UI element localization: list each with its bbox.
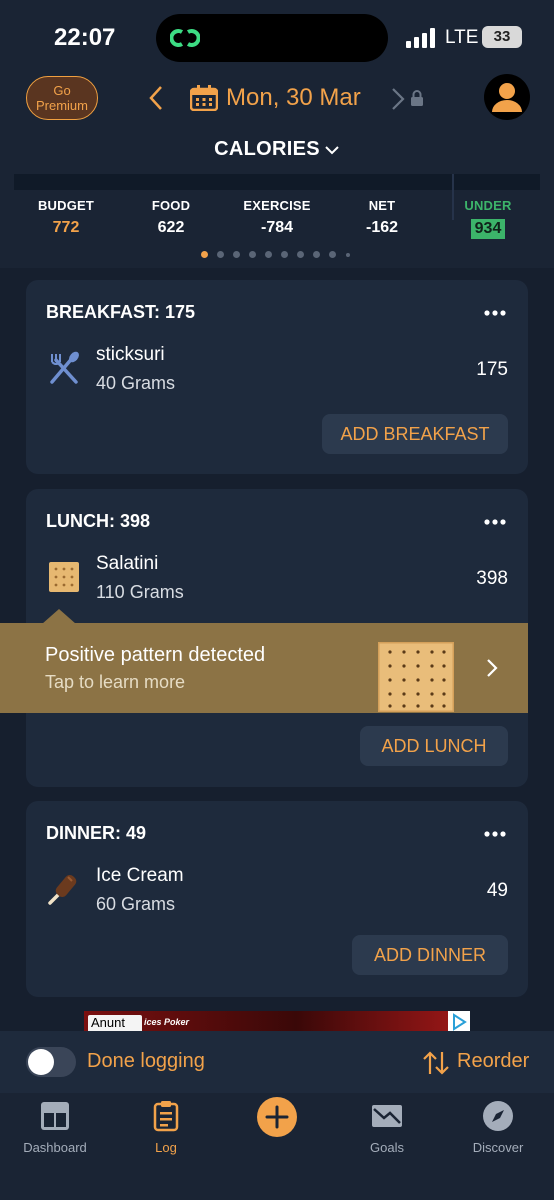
- food-calories: 398: [476, 568, 508, 589]
- food-name[interactable]: sticksuri: [96, 344, 165, 366]
- chevron-right-icon[interactable]: [486, 658, 498, 678]
- tab-label: Goals: [370, 1140, 404, 1155]
- food-quantity: 40 Grams: [96, 373, 176, 393]
- premium-label-line2: Premium: [35, 98, 88, 113]
- profile-avatar[interactable]: [484, 74, 530, 120]
- summary-value: -162: [365, 219, 399, 236]
- chevron-down-icon: [325, 146, 339, 155]
- page-dot: [346, 253, 350, 257]
- cracker-image: [378, 642, 454, 712]
- add-button[interactable]: [257, 1097, 297, 1137]
- summary-label: FOOD: [151, 198, 191, 213]
- summary-label: BUDGET: [37, 198, 95, 213]
- calendar-icon[interactable]: [190, 85, 218, 111]
- calories-title: CALORIES: [214, 138, 320, 160]
- summary-under: UNDER 934: [438, 198, 538, 239]
- status-bar: 22:07 LTE 33: [0, 0, 554, 70]
- food-calories: 49: [486, 880, 508, 901]
- toggle-knob: [28, 1049, 54, 1075]
- page-dot: [265, 251, 272, 258]
- add-lunch-button[interactable]: ADD LUNCH: [360, 726, 508, 766]
- dashboard-icon: [41, 1102, 69, 1130]
- cutlery-icon: [50, 351, 79, 384]
- ad-banner[interactable]: Anunt ices Poker: [84, 1011, 470, 1033]
- summary-exercise: EXERCISE -784: [227, 198, 327, 237]
- user-icon: [492, 83, 522, 112]
- summary-budget: BUDGET 772: [16, 198, 116, 237]
- food-quantity: 60 Grams: [96, 894, 176, 914]
- tab-label: Discover: [472, 1140, 524, 1155]
- cracker-icon: [49, 562, 79, 592]
- meal-title: LUNCH: 398: [46, 511, 151, 531]
- more-icon[interactable]: [484, 831, 506, 837]
- food-name[interactable]: Ice Cream: [96, 865, 184, 887]
- discover-icon: [483, 1101, 513, 1131]
- chevron-left-icon[interactable]: [146, 84, 166, 112]
- page-dot: [313, 251, 320, 258]
- chevron-right-icon[interactable]: [390, 86, 406, 112]
- page-dot: [217, 251, 224, 258]
- meal-title: DINNER: 49: [46, 823, 147, 843]
- page-dot: [201, 251, 208, 258]
- plus-icon: [265, 1105, 289, 1129]
- tab-discover[interactable]: Discover: [443, 1100, 553, 1170]
- summary-label: UNDER: [464, 198, 512, 213]
- summary-net: NET -162: [332, 198, 432, 237]
- tab-dashboard[interactable]: Dashboard: [0, 1100, 110, 1170]
- add-dinner-button[interactable]: ADD DINNER: [352, 935, 508, 975]
- page-dot: [281, 251, 288, 258]
- food-name[interactable]: Salatini: [96, 553, 158, 575]
- more-icon[interactable]: [484, 519, 506, 525]
- insight-title: Positive pattern detected: [45, 644, 266, 666]
- summary-value: 772: [52, 219, 80, 236]
- meal-card-breakfast: BREAKFAST: 175 sticksuri 40 Grams 175 AD…: [26, 280, 528, 474]
- signal-icon: [406, 28, 435, 48]
- network-type: LTE: [445, 27, 479, 48]
- link-icon: [170, 29, 200, 47]
- battery-icon: 33: [482, 26, 522, 48]
- summary-label: NET: [368, 198, 396, 213]
- meal-title: BREAKFAST: 175: [46, 302, 196, 322]
- summary-value: 622: [157, 219, 185, 236]
- go-premium-button[interactable]: Go Premium: [26, 76, 98, 120]
- summary-strip: [14, 174, 540, 190]
- done-logging-label[interactable]: Done logging: [87, 1050, 205, 1073]
- ad-text: ices Poker: [144, 1017, 190, 1027]
- insight-subtitle: Tap to learn more: [45, 672, 186, 692]
- summary-food: FOOD 622: [121, 198, 221, 237]
- log-icon: [153, 1101, 179, 1132]
- goals-icon: [372, 1105, 402, 1127]
- page-dot: [329, 251, 336, 258]
- summary-value: -784: [260, 219, 294, 236]
- reorder-label[interactable]: Reorder: [457, 1050, 529, 1073]
- page-dot: [233, 251, 240, 258]
- summary-label: EXERCISE: [243, 198, 311, 213]
- done-logging-toggle[interactable]: [26, 1047, 76, 1077]
- ad-choices-icon[interactable]: [448, 1011, 470, 1033]
- tab-label: Dashboard: [23, 1140, 87, 1155]
- tab-label: Log: [155, 1140, 177, 1155]
- status-time: 22:07: [54, 24, 116, 51]
- page-dot: [297, 251, 304, 258]
- food-quantity: 110 Grams: [96, 582, 184, 602]
- more-icon[interactable]: [484, 310, 506, 316]
- food-calories: 175: [476, 359, 508, 380]
- calories-dropdown[interactable]: CALORIES: [0, 138, 554, 161]
- page-dot: [249, 251, 256, 258]
- ice-cream-icon: [48, 874, 77, 905]
- tab-goals[interactable]: Goals: [332, 1100, 442, 1170]
- add-breakfast-button[interactable]: ADD BREAKFAST: [322, 414, 508, 454]
- meal-card-dinner: DINNER: 49 Ice Cream 60 Grams 49 ADD DIN…: [26, 801, 528, 997]
- insight-pointer: [42, 609, 76, 624]
- premium-label-line1: Go: [53, 83, 71, 98]
- summary-value: 934: [470, 219, 506, 239]
- date-label[interactable]: Mon, 30 Mar: [226, 84, 361, 112]
- lock-icon: [411, 90, 423, 106]
- dynamic-island: [156, 14, 388, 62]
- tab-log[interactable]: Log: [111, 1100, 221, 1170]
- reorder-icon[interactable]: [422, 1050, 450, 1076]
